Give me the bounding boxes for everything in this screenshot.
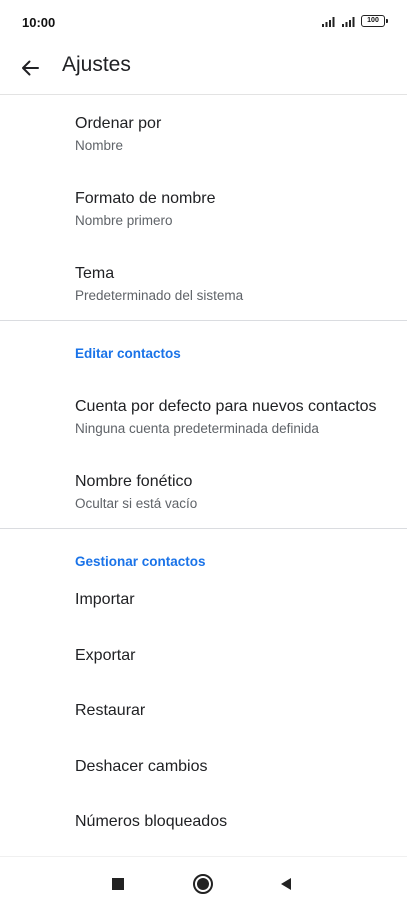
pref-title: Nombre fonético <box>75 473 193 490</box>
status-icons: 100 <box>321 15 388 27</box>
pref-restore[interactable]: Restaurar <box>0 697 407 753</box>
pref-theme[interactable]: Tema Predeterminado del sistema <box>0 245 407 320</box>
circle-icon <box>193 874 213 894</box>
pref-undo-changes[interactable]: Deshacer cambios <box>0 753 407 809</box>
page-title: Ajustes <box>62 53 131 76</box>
arrow-back-icon <box>22 60 39 76</box>
recents-button[interactable] <box>103 869 133 899</box>
pref-summary: Predeterminado del sistema <box>75 288 244 303</box>
section-title: Gestionar contactos <box>75 554 206 569</box>
pref-title: Ordenar por <box>75 115 162 132</box>
signal-icon-2 <box>342 16 355 27</box>
system-nav-bar <box>0 856 407 907</box>
pref-title: Tema <box>75 265 115 282</box>
pref-summary: Nombre primero <box>75 213 173 228</box>
pref-title: Cuenta por defecto para nuevos contactos <box>75 398 377 415</box>
square-icon <box>112 878 124 890</box>
pref-sort-by[interactable]: Ordenar por Nombre <box>0 95 407 170</box>
pref-title: Números bloqueados <box>75 813 228 830</box>
status-time: 10:00 <box>22 15 56 30</box>
pref-title: Exportar <box>75 646 136 664</box>
pref-title: Restaurar <box>75 702 146 719</box>
pref-summary: Nombre <box>75 138 124 153</box>
pref-title: Importar <box>75 591 135 608</box>
pref-default-account[interactable]: Cuenta por defecto para nuevos contactos… <box>0 378 407 453</box>
back-button[interactable] <box>14 52 46 84</box>
signal-icon <box>322 16 335 27</box>
pref-summary: Ocultar si está vacío <box>75 496 198 511</box>
pref-phonetic-name[interactable]: Nombre fonético Ocultar si está vacío <box>0 453 407 528</box>
section-header-manage: Gestionar contactos <box>0 529 407 586</box>
pref-name-format[interactable]: Formato de nombre Nombre primero <box>0 170 407 245</box>
pref-title: Formato de nombre <box>75 190 216 207</box>
battery-icon: 100 <box>361 15 388 27</box>
home-button[interactable] <box>188 869 218 899</box>
pref-export[interactable]: Exportar <box>0 642 407 698</box>
app-bar: Ajustes <box>0 44 407 95</box>
settings-list: Ordenar por Nombre Formato de nombre Nom… <box>0 95 407 864</box>
section-title: Editar contactos <box>75 346 181 361</box>
section-header-edit: Editar contactos <box>0 321 407 378</box>
nav-back-button[interactable] <box>271 869 301 899</box>
pref-import[interactable]: Importar <box>0 586 407 642</box>
pref-title: Deshacer cambios <box>75 757 208 775</box>
status-bar: 10:00 100 <box>0 0 407 44</box>
triangle-back-icon <box>281 878 291 890</box>
pref-summary: Ninguna cuenta predeterminada definida <box>75 421 319 436</box>
